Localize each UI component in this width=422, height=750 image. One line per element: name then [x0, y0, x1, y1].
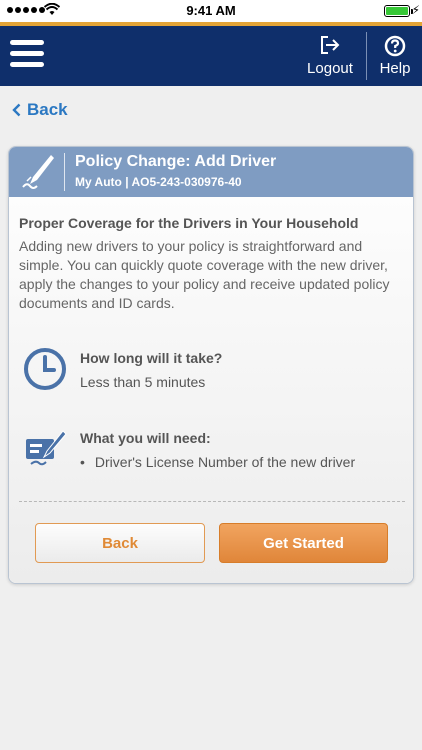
status-bar: 9:41 AM ⚡ — [0, 0, 422, 22]
help-label: Help — [379, 60, 411, 77]
section-title: Proper Coverage for the Drivers in Your … — [19, 215, 359, 231]
license-card-icon — [26, 430, 67, 466]
app-bar-divider — [366, 32, 367, 80]
charging-icon: ⚡ — [411, 3, 420, 17]
requirements-title: What you will need: — [80, 430, 211, 446]
logout-icon — [321, 36, 340, 54]
app-bar: Logout Help — [0, 26, 422, 86]
card-body: Proper Coverage for the Drivers in Your … — [9, 197, 413, 583]
logout-button[interactable]: Logout — [300, 26, 360, 86]
duration-title: How long will it take? — [80, 350, 223, 366]
menu-button[interactable] — [10, 40, 44, 68]
intro-text: Adding new drivers to your policy is str… — [19, 238, 390, 311]
policy-change-card: Policy Change: Add Driver My Auto | AO5-… — [8, 146, 414, 584]
back-link-label: Back — [27, 100, 68, 119]
card-title: Policy Change: Add Driver — [75, 153, 277, 170]
requirement-text: Driver's License Number of the new drive… — [94, 454, 356, 470]
help-button[interactable]: Help — [368, 26, 422, 86]
bullet-dot: • — [80, 454, 85, 470]
pen-icon — [22, 155, 54, 189]
policy-subtitle: My Auto | AO5-243-030976-40 — [75, 175, 242, 189]
duration-value: Less than 5 minutes — [80, 374, 206, 390]
requirement-item: • Driver's License Number of the new dri… — [80, 454, 355, 470]
get-started-button[interactable]: Get Started — [219, 523, 388, 563]
status-time: 9:41 AM — [186, 3, 236, 18]
back-button[interactable]: Back — [35, 523, 205, 563]
card-divider — [19, 501, 405, 502]
clock-icon — [24, 348, 66, 390]
logout-label: Logout — [307, 60, 353, 77]
hamburger-icon — [10, 40, 44, 45]
card-header: Policy Change: Add Driver My Auto | AO5-… — [9, 147, 413, 197]
chevron-left-icon — [12, 103, 21, 117]
header-divider — [64, 153, 65, 191]
battery-icon — [384, 5, 410, 17]
help-icon — [384, 35, 406, 57]
back-link[interactable]: Back — [12, 100, 68, 120]
